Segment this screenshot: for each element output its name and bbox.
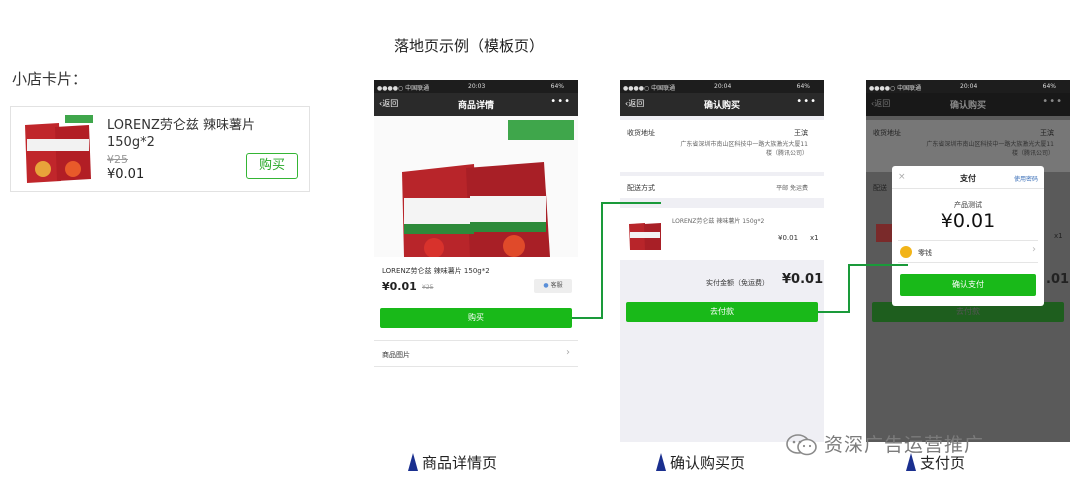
address-text: 广东省深圳市南山区科技中一路大族激光大厦11楼（腾讯公司）	[926, 141, 1054, 157]
clock: 20:03	[468, 83, 486, 90]
carrier: ●●●●○ 中国联通	[623, 85, 676, 92]
watermark-text: 资深广告运营推广	[824, 434, 985, 456]
buy-button[interactable]: 购买	[380, 308, 572, 328]
product-label: 产品测试	[954, 201, 982, 209]
address-label: 收货地址	[873, 129, 901, 137]
battery-level: 64%	[796, 83, 810, 90]
more-icon[interactable]: •••	[550, 96, 571, 107]
carrier: ●●●●○ 中国联通	[869, 85, 922, 92]
landing-page-heading: 落地页示例（模板页）	[394, 37, 545, 55]
triangle-marker-icon	[656, 453, 666, 471]
flow-connector	[601, 202, 603, 319]
confirm-pay-button[interactable]: 确认支付	[900, 274, 1036, 296]
caption-detail: 商品详情页	[408, 452, 497, 473]
item-quantity: x1	[1054, 232, 1063, 240]
status-bar: ●●●●○ 中国联通 20:03 64%	[374, 80, 578, 93]
customer-service-button[interactable]: ● 客服	[534, 279, 572, 293]
total-amount: .01	[1046, 272, 1070, 287]
use-password-link[interactable]: 使用密码	[1014, 174, 1038, 183]
flow-connector	[848, 264, 908, 266]
receiver-name: 王滨	[1040, 129, 1054, 137]
caption-text: 确认购买页	[670, 454, 746, 472]
shipping-label: 配送方式	[627, 184, 655, 192]
flow-connector	[848, 264, 850, 313]
flow-connector	[601, 202, 661, 204]
wallet-icon	[900, 246, 912, 258]
more-icon[interactable]: •••	[796, 96, 817, 107]
triangle-marker-icon	[408, 453, 418, 471]
total-label: 实付金额（免运费）	[706, 279, 769, 287]
flow-connector	[818, 311, 850, 313]
address-section: 收货地址 王滨 广东省深圳市南山区科技中一路大族激光大厦11楼（腾讯公司）	[866, 120, 1070, 172]
payment-dialog: × 支付 使用密码 产品测试 ¥0.01 零钱 › 确认支付	[892, 166, 1044, 306]
item-thumbnail	[629, 223, 661, 250]
payment-amount: ¥0.01	[940, 210, 996, 232]
wallet-label[interactable]: 零钱	[918, 248, 932, 258]
clock: 20:04	[960, 83, 978, 90]
price: ¥0.01	[107, 167, 145, 182]
payment-screen: ●●●●○ 中国联通 20:04 64% ‹返回 确认购买 ••• 收货地址 王…	[866, 80, 1070, 442]
product-pictures-label: 商品图片	[382, 351, 410, 359]
caption-confirm: 确认购买页	[656, 452, 745, 473]
item-thumbnail	[876, 224, 892, 242]
product-hero-image	[374, 116, 578, 257]
address-section[interactable]: 收货地址 王滨 广东省深圳市南山区科技中一路大族激光大厦11楼（腾讯公司）	[620, 120, 824, 172]
original-price: ¥25	[422, 284, 434, 291]
shipping-value: 平邮 免运费	[776, 185, 808, 192]
address-label: 收货地址	[627, 129, 655, 137]
battery-level: 64%	[1042, 83, 1056, 90]
shop-card-heading: 小店卡片：	[12, 70, 88, 88]
nav-bar: ‹返回 确认购买 •••	[866, 93, 1070, 116]
status-bar: ●●●●○ 中国联通 20:04 64%	[866, 80, 1070, 93]
flow-connector	[572, 317, 603, 319]
product-name: LORENZ劳仑兹 辣味薯片150g*2	[107, 118, 256, 150]
product-detail-screen: ●●●●○ 中国联通 20:03 64% ‹返回 商品详情 ••• LORENZ…	[374, 80, 578, 442]
service-label: 客服	[550, 282, 563, 289]
divider	[892, 188, 1044, 189]
pay-button[interactable]: 去付款	[626, 302, 818, 322]
order-item: LORENZ劳仑兹 辣味薯片 150g*2 ¥0.01 x1	[620, 208, 824, 260]
original-price: ¥25	[107, 153, 128, 166]
status-bar: ●●●●○ 中国联通 20:04 64%	[620, 80, 824, 93]
divider	[374, 366, 578, 367]
battery-level: 64%	[550, 83, 564, 90]
item-quantity: x1	[810, 234, 819, 242]
page-title: 商品详情	[457, 101, 494, 111]
item-price: ¥0.01	[778, 234, 799, 242]
wechat-icon	[786, 434, 817, 456]
buy-button[interactable]: 购买	[246, 153, 298, 179]
receiver-name: 王滨	[794, 129, 808, 137]
shipping-label: 配送	[873, 184, 887, 192]
shipping-section: 配送方式 平邮 免运费	[620, 176, 824, 198]
chevron-right-icon[interactable]: ›	[566, 347, 570, 358]
shop-card[interactable]: LORENZ劳仑兹 辣味薯片150g*2 ¥25 ¥0.01 购买	[10, 106, 310, 192]
nav-bar: ‹返回 商品详情 •••	[374, 93, 578, 116]
clock: 20:04	[714, 83, 732, 90]
product-name: LORENZ劳仑兹 辣味薯片 150g*2	[382, 267, 490, 275]
product-thumbnail	[21, 115, 95, 187]
item-name: LORENZ劳仑兹 辣味薯片 150g*2	[672, 218, 765, 225]
carrier: ●●●●○ 中国联通	[377, 85, 430, 92]
caption-text: 商品详情页	[422, 454, 498, 472]
chevron-right-icon[interactable]: ›	[1032, 244, 1036, 255]
divider	[374, 340, 578, 341]
confirm-purchase-screen: ●●●●○ 中国联通 20:04 64% ‹返回 确认购买 ••• 收货地址 王…	[620, 80, 824, 442]
page-title: 确认购买	[949, 101, 986, 111]
chat-icon: ●	[543, 282, 551, 289]
page-title: 确认购买	[703, 101, 740, 111]
price: ¥0.01	[382, 280, 417, 293]
total-amount: ¥0.01	[782, 272, 824, 287]
divider	[898, 262, 1038, 263]
address-text: 广东省深圳市南山区科技中一路大族激光大厦11楼（腾讯公司）	[680, 141, 808, 157]
divider	[898, 240, 1038, 241]
more-icon[interactable]: •••	[1042, 96, 1063, 107]
watermark: 资深广告运营推广	[786, 430, 984, 457]
nav-bar: ‹返回 确认购买 •••	[620, 93, 824, 116]
